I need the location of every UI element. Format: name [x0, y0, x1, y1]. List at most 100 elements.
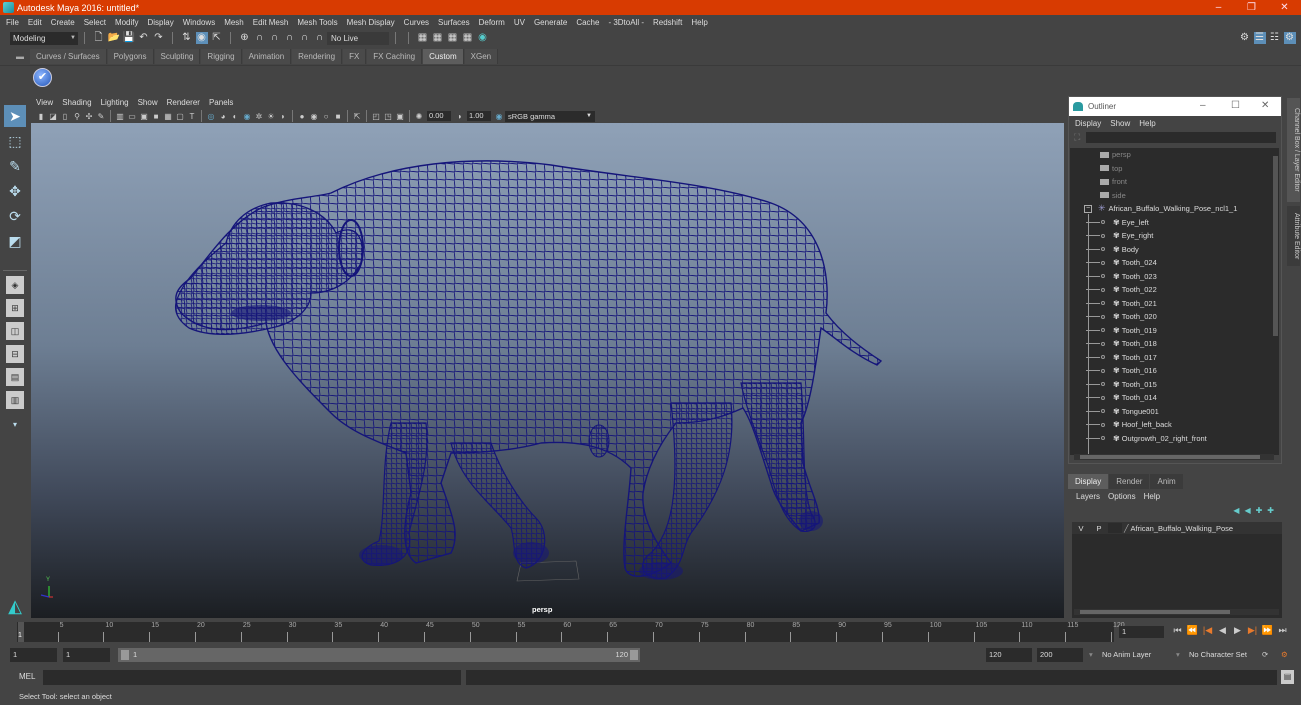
step-forward-frame-icon[interactable]: ▶|	[1245, 625, 1260, 636]
open-scene-icon[interactable]: 📂	[108, 32, 120, 44]
grid-icon[interactable]: ▥	[116, 112, 125, 121]
wireframe-icon[interactable]: ◎	[207, 112, 216, 121]
layer-visibility-toggle[interactable]: V	[1072, 524, 1090, 533]
image-plane-icon[interactable]: ⚲	[73, 112, 82, 121]
four-pane-layout-icon[interactable]: ⊞	[6, 299, 24, 317]
menu-set-dropdown[interactable]: Modeling	[10, 31, 78, 45]
outliner-item-mesh[interactable]: ✾ Tooth_022	[1070, 283, 1272, 297]
menu-3dtoall[interactable]: - 3DtoAll -	[608, 18, 644, 27]
bookmarks-icon[interactable]: ▯	[61, 112, 70, 121]
xray-icon[interactable]: ◉	[310, 112, 319, 121]
outliner-item-mesh[interactable]: ✾ Tooth_020	[1070, 310, 1272, 324]
menu-modify[interactable]: Modify	[115, 18, 139, 27]
menu-mesh[interactable]: Mesh	[224, 18, 244, 27]
gate-mask-icon[interactable]: ■	[152, 112, 161, 121]
camera-attributes-icon[interactable]: ◪	[49, 112, 58, 121]
shelf-tab-curves-surfaces[interactable]: Curves / Surfaces	[30, 49, 107, 64]
play-backwards-icon[interactable]: ◀	[1215, 625, 1230, 636]
play-forwards-icon[interactable]: ▶	[1230, 625, 1245, 636]
menu-mesh-tools[interactable]: Mesh Tools	[297, 18, 337, 27]
step-back-frame-icon[interactable]: |◀	[1200, 625, 1215, 636]
outliner-menu-show[interactable]: Show	[1110, 119, 1130, 128]
shelf-tab-fx-caching[interactable]: FX Caching	[367, 49, 423, 64]
menu-windows[interactable]: Windows	[183, 18, 215, 27]
anti-aliasing-icon[interactable]: ▣	[396, 112, 405, 121]
go-to-end-icon[interactable]: ⏭	[1275, 625, 1290, 636]
animation-start-field[interactable]: 1	[10, 648, 57, 662]
xray-components-icon[interactable]: ■	[334, 112, 343, 121]
animation-end-field[interactable]: 200	[1037, 648, 1083, 662]
perspective-viewport[interactable]: Y persp	[31, 123, 1064, 618]
select-hierarchy-icon[interactable]: ⇅	[181, 32, 193, 44]
xray-joints-icon[interactable]: ○	[322, 112, 331, 121]
outliner-menu-help[interactable]: Help	[1139, 119, 1155, 128]
character-set-dropdown[interactable]: No Character Set	[1186, 648, 1254, 662]
select-tool-icon[interactable]: ➤	[4, 105, 26, 127]
view-transform-dropdown[interactable]: sRGB gamma	[505, 110, 595, 122]
shelf-tab-custom[interactable]: Custom	[423, 49, 464, 64]
outliner-item-mesh[interactable]: ✾ Tooth_014	[1070, 391, 1272, 405]
viewport-menu-renderer[interactable]: Renderer	[167, 98, 200, 107]
new-empty-layer-icon[interactable]: ✚	[1256, 506, 1263, 515]
resolution-gate-icon[interactable]: ▣	[140, 112, 149, 121]
ambient-occlusion-icon[interactable]: ◗	[279, 112, 288, 121]
outliner-item-mesh[interactable]: ✾ Hoof_left_back	[1070, 418, 1272, 432]
select-camera-icon[interactable]: ▮	[37, 112, 46, 121]
outliner-menu-display[interactable]: Display	[1075, 119, 1101, 128]
menu-surfaces[interactable]: Surfaces	[438, 18, 470, 27]
menu-cache[interactable]: Cache	[576, 18, 599, 27]
move-tool-icon[interactable]: ✥	[4, 180, 26, 202]
step-back-key-icon[interactable]: ⏪	[1185, 625, 1200, 636]
make-live-icon[interactable]: ∩	[314, 32, 326, 44]
menu-file[interactable]: File	[6, 18, 19, 27]
film-gate-icon[interactable]: ▭	[128, 112, 137, 121]
auto-key-icon[interactable]: ⟳	[1259, 648, 1273, 662]
shelf-tab-animation[interactable]: Animation	[242, 49, 292, 64]
mel-command-input[interactable]	[43, 670, 461, 685]
outliner-item-camera[interactable]: top	[1070, 162, 1272, 176]
redo-icon[interactable]: ↷	[153, 32, 165, 44]
anim-layer-dropdown[interactable]: No Anim Layer	[1099, 648, 1167, 662]
playback-start-field[interactable]: 1	[63, 648, 110, 662]
outliner-item-mesh[interactable]: ✾ Tooth_019	[1070, 324, 1272, 338]
render-frame-icon[interactable]: ▦	[432, 32, 444, 44]
move-layer-up-icon[interactable]: ◀	[1233, 506, 1239, 515]
minimize-button[interactable]: –	[1202, 0, 1235, 15]
outliner-item-mesh[interactable]: ✾ Tooth_023	[1070, 270, 1272, 284]
tab-attribute-editor[interactable]: Attribute Editor	[1287, 206, 1300, 266]
layer-tab-render[interactable]: Render	[1109, 474, 1150, 489]
menu-help[interactable]: Help	[691, 18, 707, 27]
shelf-tab-xgen[interactable]: XGen	[464, 49, 499, 64]
character-set-dropdown-arrow[interactable]: ▾	[1173, 648, 1183, 662]
anim-layer-dropdown-arrow[interactable]: ▾	[1086, 648, 1096, 662]
textured-icon[interactable]: ◉	[243, 112, 252, 121]
move-layer-down-icon[interactable]: ◀	[1244, 506, 1250, 515]
field-chart-icon[interactable]: ▦	[164, 112, 173, 121]
menu-select[interactable]: Select	[84, 18, 106, 27]
outliner-item-mesh[interactable]: ✾ Tooth_015	[1070, 378, 1272, 392]
snap-grid-icon[interactable]: ⊕	[239, 32, 251, 44]
viewport-menu-lighting[interactable]: Lighting	[101, 98, 129, 107]
viewport-menu-panels[interactable]: Panels	[209, 98, 233, 107]
safe-action-icon[interactable]: ▢	[176, 112, 185, 121]
command-language-label[interactable]: MEL	[19, 672, 35, 681]
menu-generate[interactable]: Generate	[534, 18, 567, 27]
2d-pan-zoom-icon[interactable]: ✣	[85, 112, 94, 121]
ipr-render-icon[interactable]: ▦	[447, 32, 459, 44]
gamma-field[interactable]: 1.00	[467, 111, 491, 121]
outliner-item-camera[interactable]: front	[1070, 175, 1272, 189]
hypershade-layout-icon[interactable]: ▥	[6, 391, 24, 409]
step-forward-key-icon[interactable]: ⏩	[1260, 625, 1275, 636]
menu-deform[interactable]: Deform	[479, 18, 505, 27]
layer-color-swatch[interactable]: ╱	[1124, 524, 1129, 533]
render-settings-icon[interactable]: ▦	[462, 32, 474, 44]
save-scene-icon[interactable]: 💾	[123, 32, 135, 44]
range-end-handle[interactable]	[630, 650, 638, 660]
collapse-toggle-icon[interactable]: −	[1084, 204, 1092, 213]
new-layer-from-selection-icon[interactable]: ✚	[1267, 506, 1274, 515]
outliner-persp-layout-icon[interactable]: ⊟	[6, 345, 24, 363]
attribute-editor-toggle-icon[interactable]: ☰	[1253, 32, 1266, 44]
motion-blur-icon[interactable]: ◳	[384, 112, 393, 121]
range-slider[interactable]: 1 120	[118, 648, 640, 662]
undo-icon[interactable]: ↶	[138, 32, 150, 44]
